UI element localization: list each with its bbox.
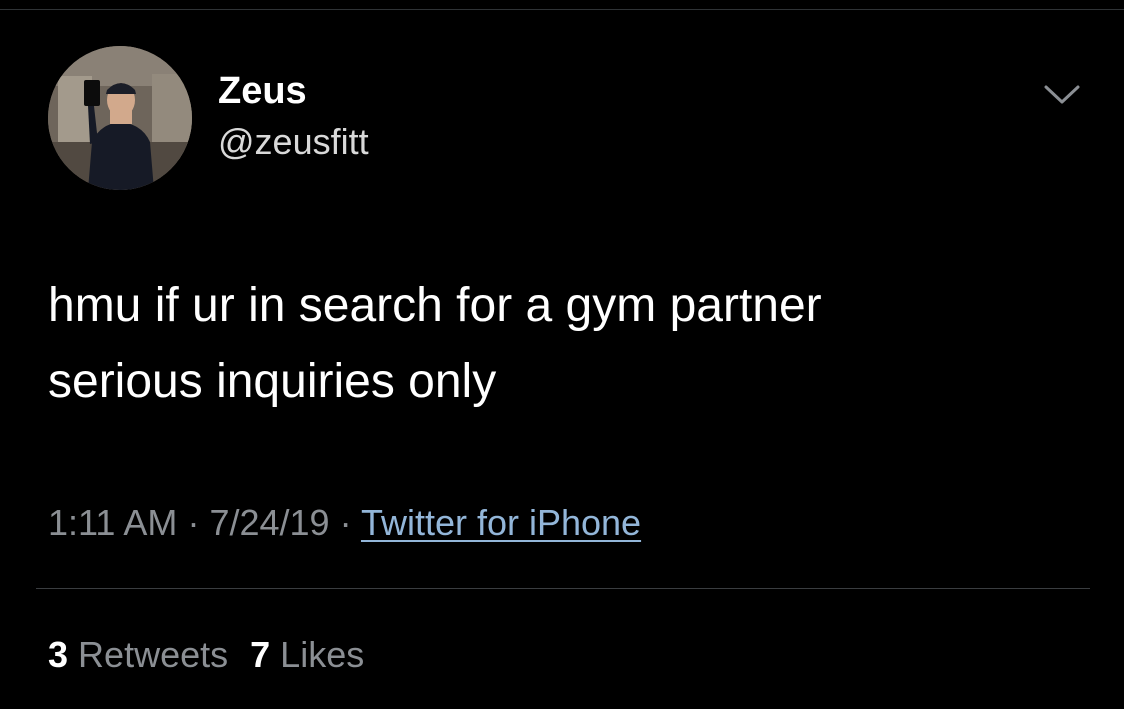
retweets-label: Retweets bbox=[78, 634, 229, 675]
tweet-source-link[interactable]: Twitter for iPhone bbox=[361, 502, 641, 543]
meta-separator: · bbox=[339, 502, 352, 543]
likes-label: Likes bbox=[280, 634, 365, 675]
meta-separator: · bbox=[187, 502, 200, 543]
tweet-time: 1:11 AM bbox=[48, 502, 178, 543]
tweet-text: hmu if ur in search for a gym partner se… bbox=[48, 268, 1088, 420]
avatar[interactable] bbox=[48, 46, 192, 190]
avatar-photo bbox=[48, 46, 192, 190]
tweet-header: Zeus @zeusfitt bbox=[48, 46, 1088, 192]
display-name[interactable]: Zeus bbox=[218, 68, 307, 114]
top-divider bbox=[0, 9, 1124, 10]
tweet-line: hmu if ur in search for a gym partner bbox=[48, 279, 822, 332]
retweets-stat[interactable]: 3 Retweets bbox=[48, 634, 228, 675]
tweet-date: 7/24/19 bbox=[209, 502, 330, 543]
tweet-stats: 3 Retweets 7 Likes bbox=[48, 630, 364, 680]
likes-count: 7 bbox=[250, 634, 271, 675]
user-handle[interactable]: @zeusfitt bbox=[218, 120, 369, 164]
retweets-count: 3 bbox=[48, 634, 69, 675]
stats-divider bbox=[36, 588, 1090, 589]
likes-stat[interactable]: 7 Likes bbox=[250, 634, 364, 675]
tweet-meta: 1:11 AM · 7/24/19 · Twitter for iPhone bbox=[48, 498, 641, 548]
chevron-down-icon[interactable] bbox=[1040, 80, 1084, 110]
tweet-line: serious inquiries only bbox=[48, 355, 497, 408]
